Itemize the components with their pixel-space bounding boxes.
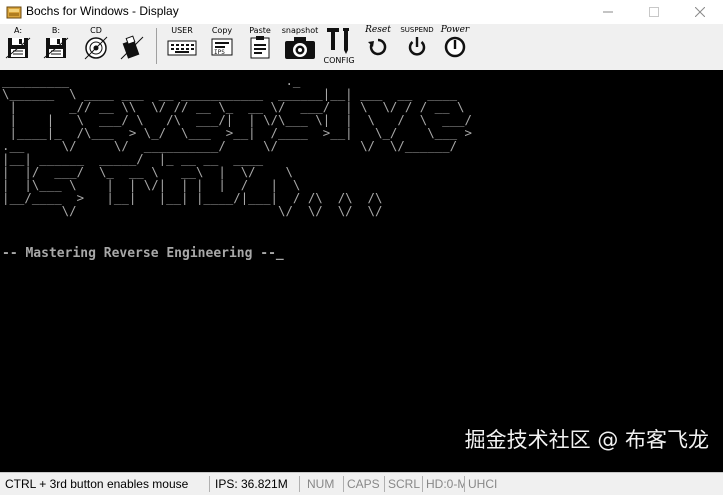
paste-label: Paste bbox=[249, 26, 271, 35]
floppy-icon bbox=[43, 37, 69, 59]
floppy-a-label: A: bbox=[13, 26, 23, 35]
floppy-b-label: B: bbox=[51, 26, 61, 35]
camera-icon bbox=[285, 37, 315, 59]
maximize-icon bbox=[649, 7, 659, 17]
cdrom-icon bbox=[84, 36, 108, 60]
cdrom-label: CD bbox=[90, 26, 102, 35]
snapshot-label: snapshot bbox=[281, 26, 319, 35]
bochs-app-icon bbox=[6, 6, 22, 19]
usb-button[interactable] bbox=[118, 26, 146, 66]
minimize-icon bbox=[603, 11, 613, 13]
user-label: USER bbox=[171, 26, 193, 35]
power-label: Power bbox=[440, 25, 470, 35]
snapshot-button[interactable]: snapshot bbox=[282, 26, 318, 66]
window-title: Bochs for Windows - Display bbox=[26, 4, 179, 18]
reset-icon bbox=[368, 38, 387, 56]
config-label: CONFIG bbox=[323, 56, 355, 65]
suspend-label: SUSPEND bbox=[400, 26, 434, 34]
toolbar: A: B: CD USER Copy IPS Paste snapshot CO… bbox=[0, 24, 723, 71]
power-icon bbox=[444, 36, 466, 58]
maximize-button[interactable] bbox=[631, 0, 677, 24]
paste-button[interactable]: Paste bbox=[246, 26, 274, 66]
copy-label: Copy bbox=[211, 26, 233, 35]
config-icon bbox=[327, 28, 349, 54]
copy-button[interactable]: Copy IPS bbox=[208, 26, 236, 66]
mouse-hint: CTRL + 3rd button enables mouse bbox=[2, 476, 210, 492]
paste-icon bbox=[250, 36, 270, 59]
close-button[interactable] bbox=[677, 0, 723, 24]
svg-text:IPS: IPS bbox=[214, 49, 225, 56]
power-button[interactable]: Power bbox=[438, 26, 472, 66]
reset-button[interactable]: Reset bbox=[362, 26, 394, 66]
keyboard-icon bbox=[167, 40, 197, 56]
watermark-text: 掘金技术社区 @ 布客飞龙 bbox=[464, 428, 709, 452]
title-bar: Bochs for Windows - Display bbox=[0, 0, 723, 24]
floppy-b-button[interactable]: B: bbox=[42, 26, 70, 66]
ascii-art-banner: _________ ._ \______ \ ____ ___ __ _____… bbox=[2, 73, 472, 218]
emulator-display[interactable]: _________ ._ \______ \ ____ ___ __ _____… bbox=[0, 70, 723, 472]
num-lock-indicator: NUM bbox=[304, 476, 344, 492]
floppy-a-button[interactable]: A: bbox=[4, 26, 32, 66]
copy-icon: IPS bbox=[211, 38, 233, 56]
cdrom-button[interactable]: CD bbox=[82, 26, 110, 66]
reset-label: Reset bbox=[365, 25, 391, 35]
ips-indicator: IPS: 36.821M bbox=[212, 476, 300, 492]
caps-lock-indicator: CAPS bbox=[344, 476, 385, 492]
status-bar: CTRL + 3rd button enables mouse IPS: 36.… bbox=[0, 472, 723, 495]
floppy-icon bbox=[5, 37, 31, 59]
user-button[interactable]: USER bbox=[166, 26, 198, 66]
close-icon bbox=[695, 7, 705, 17]
tagline-text: -- Mastering Reverse Engineering --_ bbox=[2, 246, 284, 261]
usb-drive-icon bbox=[120, 35, 144, 60]
toolbar-separator bbox=[156, 28, 157, 64]
suspend-button[interactable]: SUSPEND bbox=[400, 26, 434, 66]
scroll-lock-indicator: SCRL bbox=[385, 476, 423, 492]
minimize-button[interactable] bbox=[585, 0, 631, 24]
config-button[interactable]: CONFIG bbox=[322, 26, 356, 66]
uhci-indicator: UHCI bbox=[468, 477, 498, 491]
hd-indicator: HD:0-M bbox=[423, 476, 465, 492]
suspend-icon bbox=[408, 37, 426, 56]
